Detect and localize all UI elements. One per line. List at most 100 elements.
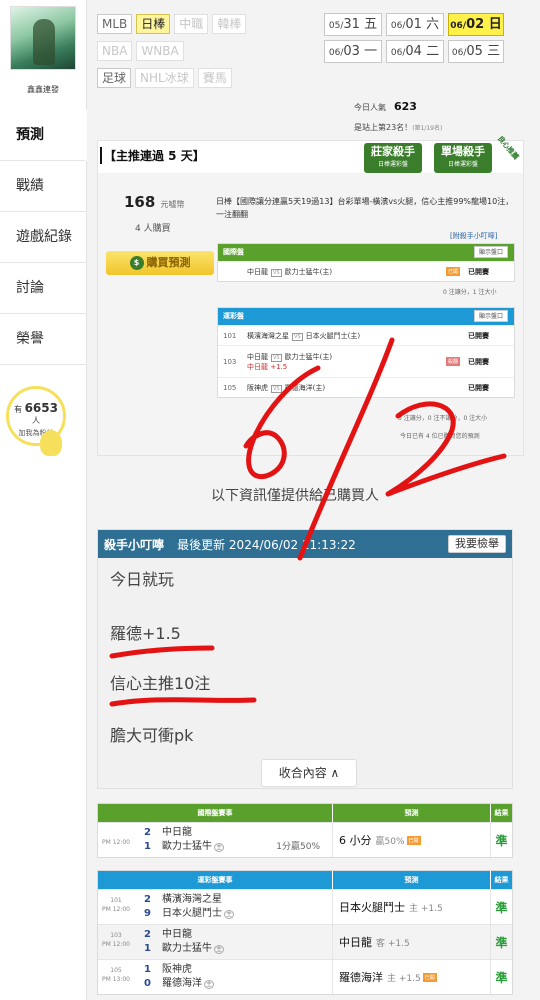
date-0602[interactable]: 06/02 日	[448, 13, 504, 36]
date-0601[interactable]: 06/01 六	[386, 13, 444, 36]
table-row: PM 12:00 2 中日龍 1 歐力士猛牛主 1分贏50% 6 小分 贏50% 已開 …	[98, 822, 512, 857]
pick-line: 中日龍 +1.5	[247, 362, 288, 371]
col-match: 國際盤賽事	[197, 809, 233, 817]
date-d: 02	[466, 17, 485, 32]
row-meta: 101 PM 12:00	[98, 890, 134, 924]
row-num: 103	[223, 357, 237, 366]
rank-text: 是站上第23名！	[354, 123, 413, 132]
table-row: 101 PM 12:00 2 橫濱海灣之星 9 日本火腿鬥士主 日本火腿鬥士主 +1.…	[98, 889, 512, 924]
date-md: 06/	[450, 21, 467, 31]
date-0603[interactable]: 06/03 一	[324, 40, 382, 63]
badge-sub: 日棒運彩盤	[377, 161, 408, 168]
side-item-honor[interactable]: 榮譽	[0, 314, 87, 365]
score-away: 2	[144, 827, 151, 838]
col-pick: 預測	[332, 871, 490, 889]
report-button[interactable]: 我要檢舉	[448, 535, 506, 553]
date-d: 01	[405, 17, 422, 32]
handicap-note: 1分贏50%	[276, 842, 320, 852]
team-home: 日本火腿鬥士	[162, 908, 222, 919]
date-0604[interactable]: 06/04 二	[386, 40, 444, 63]
chip-soccer[interactable]: 足球	[97, 68, 132, 88]
row-num: 105	[223, 383, 237, 392]
date-w: 二	[426, 44, 440, 59]
tw-row: 103 中日龍 VS 歐力士猛牛(主) 中日龍 +1.5 殺翻 已開賽	[218, 345, 514, 377]
game-no: 101	[110, 897, 122, 904]
score-home: 9	[144, 908, 151, 919]
tw-box: 運彩盤 顯示盤口 101 橫濱海灣之星 VS 日本火腿鬥士(主) 已開賽 103 中…	[217, 307, 515, 398]
team-away: 阪神虎	[162, 964, 192, 975]
buy-label: 購買預測	[146, 256, 191, 269]
col-result: 結果	[490, 804, 512, 822]
tw-results-table: 運彩盤賽事 預測 結果 101 PM 12:00 2 橫濱海灣之星 9 日本火腿鬥士主…	[97, 870, 513, 995]
profile[interactable]: 鑫鑫連發	[6, 6, 80, 102]
date-w: 日	[488, 17, 502, 32]
home-icon: 主	[204, 980, 215, 989]
matchup: 阪神虎 VS 羅德海洋(主)	[247, 383, 468, 393]
tw-note: 3 注讓分，0 注不讓分，0 注大小	[398, 415, 488, 422]
post-line: 羅德+1.5	[110, 624, 181, 643]
result-hit: 準	[490, 960, 512, 994]
result-hit: 準	[490, 823, 512, 857]
vs-label: VS	[271, 353, 282, 362]
collapse-button[interactable]: 收合內容 ∧	[261, 759, 357, 787]
col-result: 結果	[490, 871, 512, 889]
row-teams: 1 阪神虎 0 羅德海洋主	[134, 960, 332, 994]
pick-sub: 贏50%	[375, 836, 405, 847]
sport-row-2: NBA WNBA	[97, 41, 184, 61]
chip-npb[interactable]: 日棒	[136, 14, 171, 34]
post-title: 殺手小叮嚀	[104, 538, 165, 552]
fan-prefix: 有	[14, 405, 23, 414]
date-d: 04	[405, 44, 422, 59]
site-rank: 是站上第23名！(第1/19名)	[354, 122, 442, 133]
home-icon: 主	[214, 945, 225, 954]
team-home: 歐力士猛牛(主)	[284, 267, 333, 276]
buy-prediction-button[interactable]: $ 購買預測	[106, 251, 214, 275]
post-body: 今日就玩 羅德+1.5 信心主推10注 膽大可衝pk	[98, 558, 512, 746]
row-teams: 2 中日龍 1 歐力士猛牛主	[134, 925, 332, 959]
sport-row-3: 足球 NHL冰球 賽馬	[97, 68, 232, 88]
fan-count: 6653	[24, 401, 58, 415]
game-no: 103	[110, 932, 122, 939]
chip-mlb[interactable]: MLB	[97, 14, 133, 34]
side-item-predict[interactable]: 預測	[0, 110, 87, 161]
rank-note: (第1/19名)	[412, 125, 443, 132]
row-meta: PM 12:00	[98, 823, 134, 857]
team-away: 橫濱海灣之星	[247, 331, 289, 340]
prediction-card: 【主推連過 5 天】 莊家殺手 日棒運彩盤 單場殺手 日棒運彩盤 良心推薦 168 …	[97, 135, 524, 456]
tw-row: 105 阪神虎 VS 羅德海洋(主) 已開賽	[218, 377, 514, 397]
sport-row-1: MLB 日棒 中職 韓棒	[97, 14, 247, 34]
show-odds-button[interactable]: 顯示盤口	[473, 310, 508, 322]
show-odds-button[interactable]: 顯示盤口	[473, 246, 508, 258]
date-md: 06/	[451, 48, 467, 58]
date-w: 五	[364, 17, 378, 32]
date-0605[interactable]: 06/05 三	[448, 40, 504, 63]
badge-single-killer: 單場殺手 日棒運彩盤	[434, 143, 492, 173]
date-0531[interactable]: 05/31 五	[324, 13, 382, 36]
score-away: 2	[144, 894, 151, 905]
row-meta: 103 PM 12:00	[98, 925, 134, 959]
killer-tip-link[interactable]: [附殺手小叮嚀]	[450, 231, 497, 241]
intl-note: 0 注讓分，1 注大小	[443, 289, 497, 296]
date-w: 一	[364, 44, 378, 59]
avatar[interactable]	[10, 6, 76, 70]
matchup: 橫濱海灣之星 VS 日本火腿鬥士(主)	[247, 331, 468, 341]
side-nav: 預測 戰績 遊戲紀錄 討論 榮譽	[0, 110, 87, 365]
table-row: 105 PM 13:00 1 阪神虎 0 羅德海洋主 羅德海洋主 +1.5 已開 準	[98, 959, 512, 994]
team-away: 中日龍	[162, 929, 192, 940]
badge-title: 單場殺手	[441, 145, 485, 158]
vs-label: VS	[271, 268, 282, 277]
open-tag: 已開	[445, 267, 460, 276]
chip-kbo: 韓棒	[212, 14, 247, 34]
game-time: PM 12:00	[102, 941, 130, 948]
badge-banker-killer: 莊家殺手 日棒運彩盤	[364, 143, 422, 173]
col-pick: 預測	[332, 804, 490, 822]
side-item-record[interactable]: 戰績	[0, 161, 87, 212]
side-item-discuss[interactable]: 討論	[0, 263, 87, 314]
user-name: 鑫鑫連發	[27, 85, 59, 94]
team-away: 中日龍	[247, 267, 268, 276]
col-match: 運彩盤賽事	[197, 876, 233, 884]
intl-box: 國際盤 顯示盤口 中日龍 VS 歐力士猛牛(主) 已開 已開賽	[217, 243, 515, 282]
side-item-game-log[interactable]: 遊戲紀錄	[0, 212, 87, 263]
intl-results-table: 國際盤賽事 預測 結果 PM 12:00 2 中日龍 1 歐力士猛牛主 1分贏50%…	[97, 803, 513, 858]
card-inner: 168 元噓幣 4 人購買 $ 購買預測 日棒【國際讓分連贏5天19過13】台彩單…	[98, 173, 523, 455]
